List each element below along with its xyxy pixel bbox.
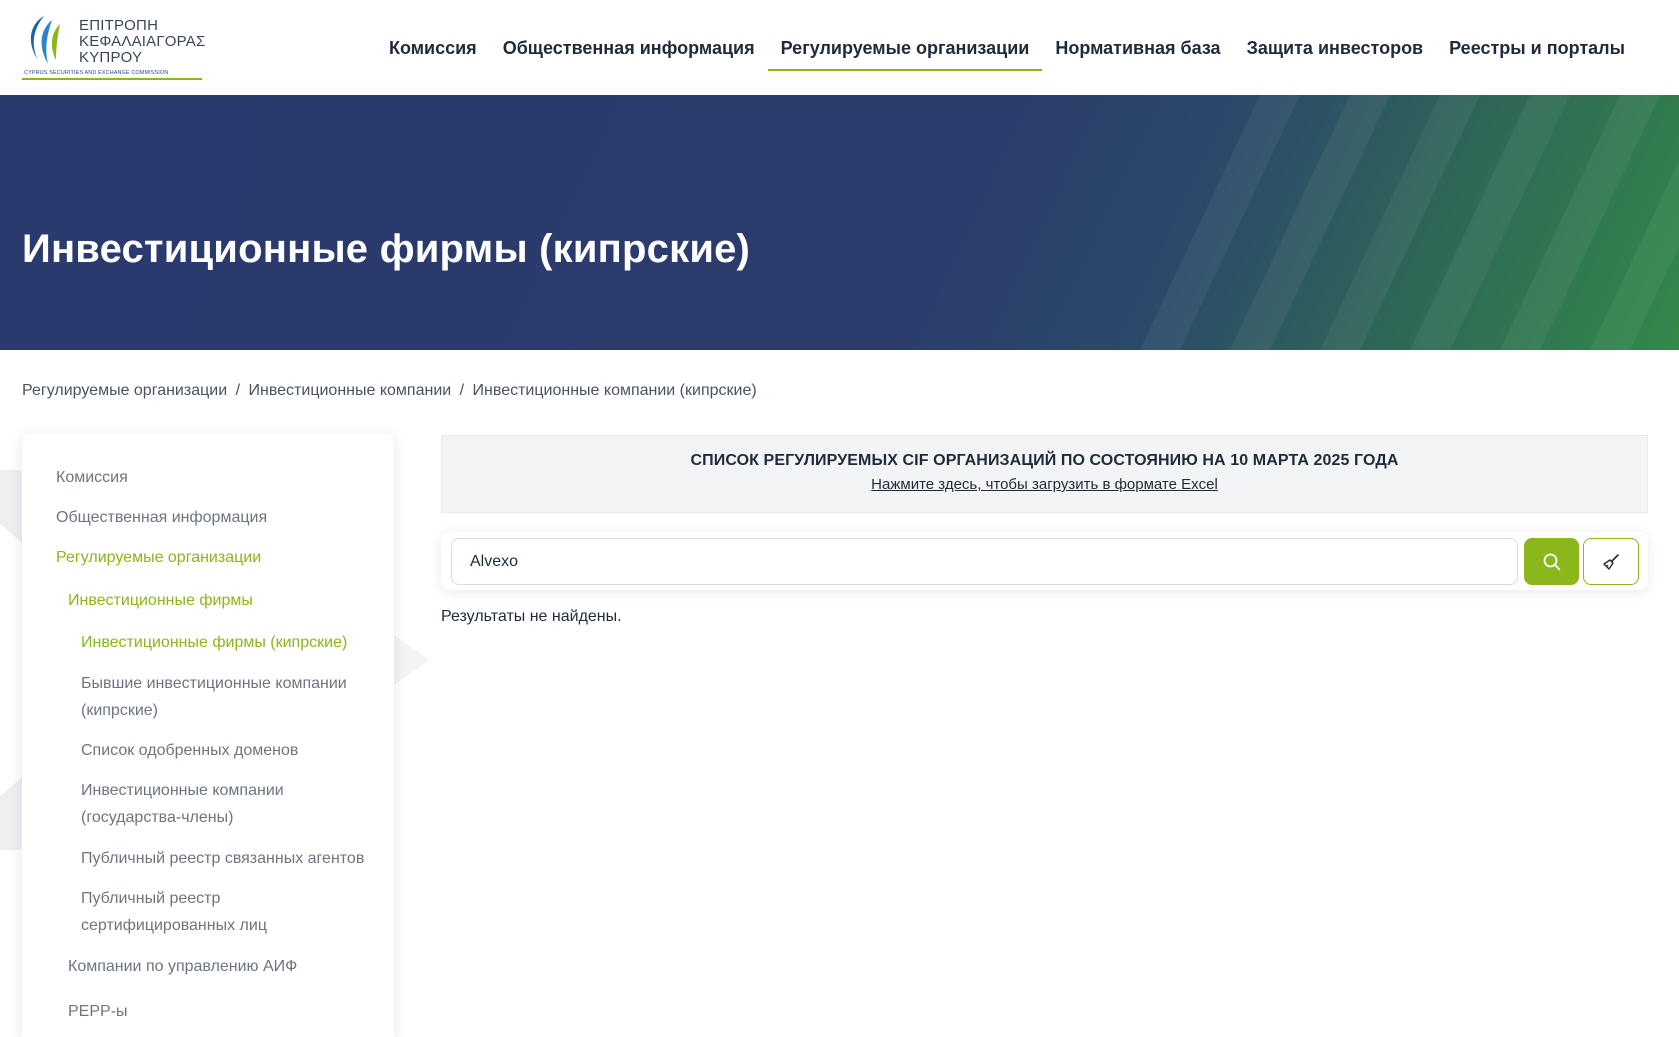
nav-item-commission[interactable]: Комиссия: [376, 28, 490, 68]
sidebar-item-public-info[interactable]: Общественная информация: [56, 504, 376, 531]
broom-icon: [1603, 553, 1619, 570]
sidebar-item-approved-domains[interactable]: Список одобренных доменов: [81, 737, 381, 764]
breadcrumb-item-current: Инвестиционные компании (кипрские): [472, 382, 757, 399]
page-title: Инвестиционные фирмы (кипрские): [22, 227, 751, 271]
sidebar-item-aifm[interactable]: Компании по управлению АИФ: [68, 953, 378, 980]
hero-stripes-decoration: [1140, 95, 1679, 350]
logo-line-2: ΚΕΦΑΛΑΙΑΓΟΡΑΣ: [79, 33, 206, 50]
sidebar-item-tied-agents-register[interactable]: Публичный реестр связанных агентов: [81, 845, 391, 872]
breadcrumb-separator: /: [459, 382, 465, 399]
sidebar-item-investment-firms[interactable]: Инвестиционные фирмы: [68, 587, 378, 614]
notice-title: СПИСОК РЕГУЛИРУЕМЫХ CIF ОРГАНИЗАЦИЙ ПО С…: [690, 452, 1399, 469]
cysec-logo[interactable]: ΕΠΙΤΡΟΠΗ ΚΕΦΑΛΑΙΑΓΟΡΑΣ ΚΥΠΡΟΥ CYPRUS SEC…: [22, 14, 207, 80]
sidebar-item-certified-persons-register[interactable]: Публичный реестр сертифицированных лиц: [81, 885, 311, 939]
cif-list-notice: СПИСОК РЕГУЛИРУЕМЫХ CIF ОРГАНИЗАЦИЙ ПО С…: [441, 435, 1648, 513]
logo-subtitle: CYPRUS SECURITIES AND EXCHANGE COMMISSIO…: [24, 70, 169, 76]
search-input[interactable]: [451, 538, 1518, 585]
clear-search-button[interactable]: [1583, 538, 1639, 585]
sidebar-item-member-state-companies[interactable]: Инвестиционные компании (государства-чле…: [81, 777, 331, 831]
sidebar-item-former-investment-companies[interactable]: Бывшие инвестиционные компании (кипрские…: [81, 670, 371, 724]
excel-download-link[interactable]: Нажмите здесь, чтобы загрузить в формате…: [442, 476, 1647, 493]
search-button[interactable]: [1524, 538, 1579, 585]
breadcrumb: Регулируемые организации / Инвестиционны…: [22, 382, 757, 400]
logo-line-1: ΕΠΙΤΡΟΠΗ: [79, 17, 159, 34]
search-icon: [1543, 553, 1560, 570]
no-results-message: Результаты не найдены.: [441, 608, 622, 625]
sidebar-nav: Комиссия Общественная информация Регулир…: [22, 434, 394, 1037]
breadcrumb-separator: /: [235, 382, 241, 399]
nav-item-legal-framework[interactable]: Нормативная база: [1042, 28, 1233, 68]
sidebar-item-investment-firms-cyprus[interactable]: Инвестиционные фирмы (кипрские): [81, 629, 381, 656]
hero-banner: Инвестиционные фирмы (кипрские): [0, 95, 1679, 350]
logo-text: ΕΠΙΤΡΟΠΗ ΚΕΦΑΛΑΙΑΓΟΡΑΣ ΚΥΠΡΟΥ: [79, 18, 205, 66]
breadcrumb-item-investment-companies[interactable]: Инвестиционные компании: [249, 382, 452, 399]
sidebar-item-regulated-entities[interactable]: Регулируемые организации: [56, 544, 376, 571]
sidebar-item-pepp[interactable]: PEPP-ы: [68, 998, 378, 1025]
site-header: ΕΠΙΤΡΟΠΗ ΚΕΦΑΛΑΙΑΓΟΡΑΣ ΚΥΠΡΟΥ CYPRUS SEC…: [0, 0, 1679, 95]
breadcrumb-item-regulated[interactable]: Регулируемые организации: [22, 382, 227, 399]
search-bar: [441, 532, 1648, 590]
nav-item-public-info[interactable]: Общественная информация: [490, 28, 768, 68]
nav-item-regulated-entities[interactable]: Регулируемые организации: [767, 28, 1043, 71]
sidebar-item-commission[interactable]: Комиссия: [56, 464, 376, 491]
nav-item-investor-protection[interactable]: Защита инвесторов: [1234, 28, 1437, 68]
logo-mark-icon: [30, 16, 60, 64]
logo-line-3: ΚΥΠΡΟΥ: [79, 49, 143, 66]
nav-item-registers-portals[interactable]: Реестры и порталы: [1436, 28, 1638, 68]
main-nav: Комиссия Общественная информация Регулир…: [376, 28, 1638, 71]
logo-underline: [22, 78, 202, 80]
